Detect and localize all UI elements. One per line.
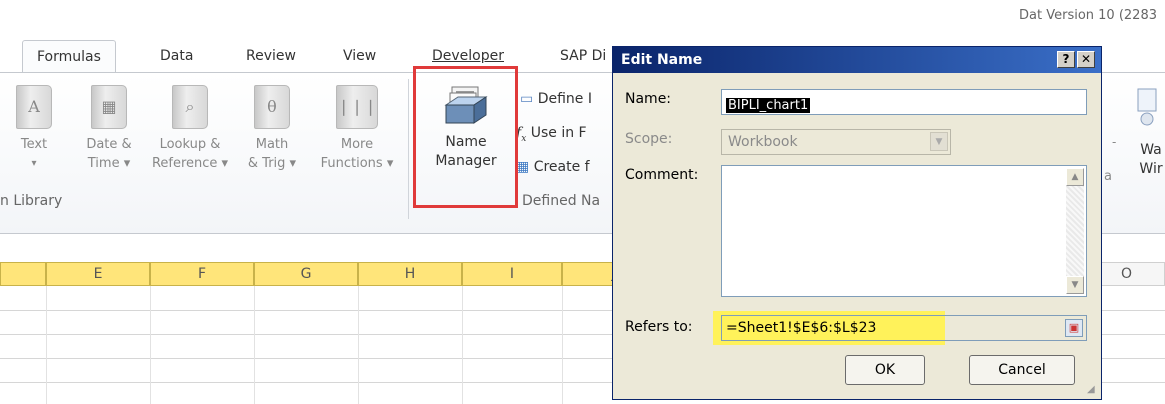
column-line <box>150 286 151 404</box>
use-in-formula-button[interactable]: fx Use in F <box>516 125 587 144</box>
column-header-f[interactable]: F <box>150 262 254 286</box>
chevron-down-icon: ▼ <box>930 132 948 151</box>
create-from-selection-button[interactable]: ▦ Create f <box>516 159 590 175</box>
column-header-d[interactable] <box>0 262 46 286</box>
tab-formulas[interactable]: Formulas <box>22 40 116 72</box>
column-header-e[interactable]: E <box>46 262 150 286</box>
column-line <box>358 286 359 404</box>
comment-label: Comment: <box>625 167 699 183</box>
comment-scrollbar[interactable]: ▲ ▼ <box>1066 168 1084 294</box>
refers-to-label: Refers to: <box>625 319 693 335</box>
text-dropdown-icon: ▾ <box>31 158 37 169</box>
tab-data[interactable]: Data <box>160 48 193 64</box>
ok-button[interactable]: OK <box>845 355 925 385</box>
name-label: Name: <box>625 91 672 107</box>
cancel-button[interactable]: Cancel <box>969 355 1075 385</box>
magnifier-book-icon: ⌕ <box>172 85 208 129</box>
math-label-1: Math <box>255 137 289 152</box>
function-library-group-label: n Library <box>0 193 63 209</box>
scroll-down-icon[interactable]: ▼ <box>1066 276 1084 294</box>
column-line <box>562 286 563 404</box>
tab-sap[interactable]: SAP Di <box>560 48 606 64</box>
books-icon: ❘❘❘ <box>336 85 378 129</box>
ribbon-partial-mark: - <box>1112 135 1117 149</box>
dialog-title: Edit Name <box>621 52 703 68</box>
datetime-functions-button[interactable]: ▦ Date & Time ▾ <box>76 85 142 173</box>
watch-label-1: Wa <box>1140 142 1162 158</box>
datetime-label-2: Time ▾ <box>87 156 131 171</box>
lookup-label-1: Lookup & <box>159 137 221 152</box>
scope-select[interactable]: Workbook ▼ <box>721 129 951 155</box>
scope-select-value: Workbook <box>728 134 798 150</box>
annotation-highlight-box <box>413 66 518 208</box>
lookup-functions-button[interactable]: ⌕ Lookup & Reference ▾ <box>148 85 232 173</box>
text-book-icon: A <box>16 85 52 129</box>
column-header-h[interactable]: H <box>358 262 462 286</box>
datetime-label-1: Date & <box>86 137 132 152</box>
text-functions-label: Text <box>20 137 48 152</box>
column-line <box>462 286 463 404</box>
version-text: Dat Version 10 (2283 <box>1019 8 1157 23</box>
column-line <box>46 286 47 404</box>
edit-name-dialog: Edit Name ? ✕ Name: BIPLI_chart1 Scope: … <box>612 46 1102 400</box>
more-functions-button[interactable]: ❘❘❘ More Functions ▾ <box>312 85 402 173</box>
create-from-label: Create f <box>533 159 590 175</box>
more-label-2: Functions ▾ <box>320 156 394 171</box>
tab-view[interactable]: View <box>343 48 376 64</box>
column-header-i[interactable]: I <box>462 262 562 286</box>
name-input[interactable]: BIPLI_chart1 <box>721 89 1087 115</box>
refers-to-value: =Sheet1!$E$6:$L$23 <box>726 320 877 336</box>
tag-icon: ▭ <box>520 91 534 107</box>
theta-book-icon: θ <box>254 85 290 129</box>
lookup-label-2: Reference ▾ <box>151 156 229 171</box>
math-functions-button[interactable]: θ Math & Trig ▾ <box>238 85 306 173</box>
watch-label-2: Wir <box>1139 161 1163 177</box>
column-header-g[interactable]: G <box>254 262 358 286</box>
use-in-formula-label: Use in F <box>530 125 587 141</box>
text-functions-button[interactable]: A Text ▾ <box>12 85 56 173</box>
define-name-button[interactable]: ▭ Define I <box>520 91 592 107</box>
ribbon-partial-label: a <box>1104 169 1112 184</box>
watch-window-button[interactable]: Wa Wir <box>1136 141 1165 179</box>
close-button[interactable]: ✕ <box>1077 51 1095 68</box>
tab-developer[interactable]: Developer <box>432 48 504 64</box>
ribbon-separator <box>408 79 409 219</box>
help-button[interactable]: ? <box>1057 51 1075 68</box>
define-name-label: Define I <box>537 91 592 107</box>
column-header-o[interactable]: O <box>1100 262 1165 286</box>
comment-textarea[interactable]: ▲ ▼ <box>721 165 1087 297</box>
defined-names-group-label: Defined Na <box>522 193 601 209</box>
more-label-1: More <box>340 137 374 152</box>
collapse-dialog-icon[interactable]: ▣ <box>1065 319 1083 337</box>
dialog-titlebar[interactable]: Edit Name ? ✕ <box>613 47 1101 73</box>
scope-label: Scope: <box>625 131 673 147</box>
name-input-value: BIPLI_chart1 <box>726 98 811 113</box>
calendar-book-icon: ▦ <box>91 85 127 129</box>
scroll-up-icon[interactable]: ▲ <box>1066 168 1084 186</box>
tab-review[interactable]: Review <box>246 48 296 64</box>
refers-to-input[interactable]: =Sheet1!$E$6:$L$23 ▣ <box>721 315 1087 341</box>
resize-grip-icon[interactable]: ◢ <box>1087 385 1099 397</box>
math-label-2: & Trig ▾ <box>247 156 297 171</box>
column-line <box>254 286 255 404</box>
watch-window-icon <box>1134 87 1160 127</box>
